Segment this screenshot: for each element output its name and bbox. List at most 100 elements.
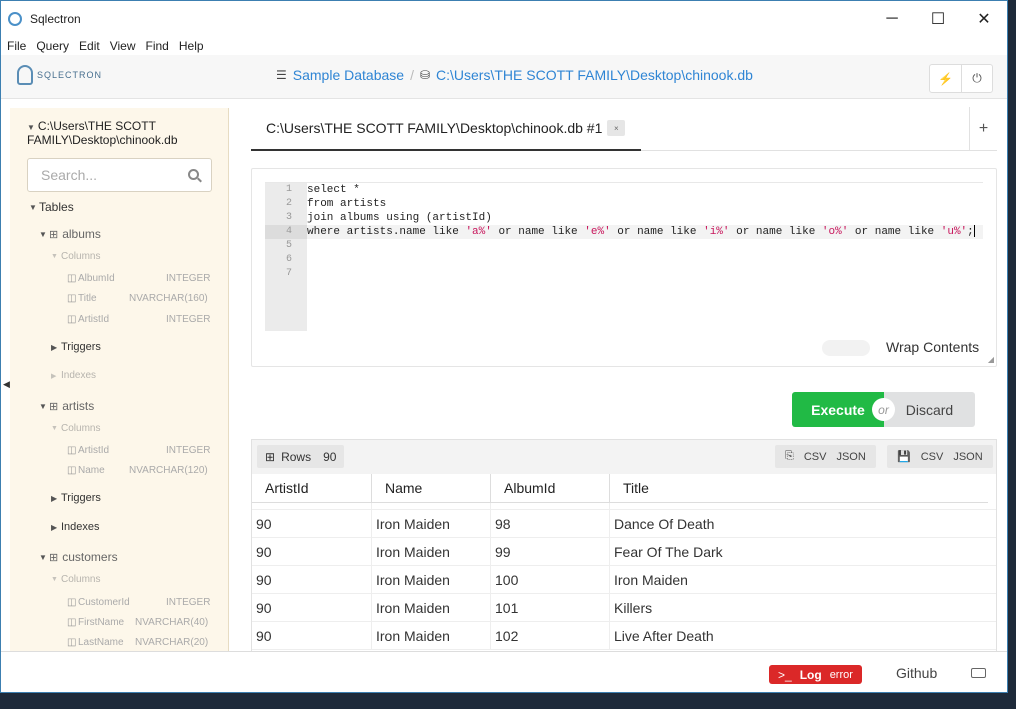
cell[interactable]: 90 [252, 622, 372, 650]
menu-file[interactable]: File [1, 37, 31, 55]
table-row[interactable]: 90 Iron Maiden 101 Killers [252, 594, 996, 622]
search-input[interactable] [41, 167, 181, 183]
column-type: INTEGER [166, 445, 211, 456]
breadcrumb-database[interactable]: C:\Users\THE SCOTT FAMILY\Desktop\chinoo… [436, 67, 753, 83]
table-row[interactable]: 90 Iron Maiden 99 Fear Of The Dark [252, 538, 996, 566]
column-type: INTEGER [166, 314, 211, 325]
database-root[interactable]: ▼ C:\Users\THE SCOTT FAMILY\Desktop\chino… [27, 120, 217, 146]
cell[interactable]: 102 [491, 622, 610, 650]
column-icon: ◫ [67, 293, 77, 304]
column-icon: ◫ [67, 617, 77, 628]
column-header[interactable]: AlbumId [491, 474, 610, 503]
column-item[interactable]: ◫ LastName NVARCHAR(20) [67, 637, 208, 648]
tree-table-artists[interactable]: ▼ ⊞ artists [39, 399, 94, 413]
table-name: customers [62, 550, 118, 564]
table-name: albums [62, 227, 101, 241]
column-item[interactable]: ◫ ArtistId INTEGER [67, 445, 210, 456]
wrap-contents-toggle[interactable] [822, 340, 870, 356]
column-header[interactable]: ArtistId [252, 474, 372, 503]
menu-find[interactable]: Find [141, 37, 174, 55]
tree-triggers[interactable]: ▶ Triggers [51, 341, 101, 353]
breadcrumb-server[interactable]: Sample Database [293, 67, 404, 83]
sidebar-search [27, 158, 212, 192]
copy-csv-button[interactable]: CSV [804, 451, 827, 463]
cell[interactable]: 100 [491, 566, 610, 594]
github-link[interactable]: Github [896, 665, 937, 681]
cell[interactable]: Iron Maiden [372, 594, 491, 622]
minimize-button[interactable]: ─ [869, 1, 915, 37]
execute-button[interactable]: Execute [792, 392, 884, 427]
tree-triggers[interactable]: ▶ Triggers [51, 492, 101, 504]
log-button[interactable]: >_ Log error [769, 665, 862, 684]
cell[interactable]: 98 [491, 510, 610, 538]
results-panel: ⊞ Rows 90 ⎘ CSV JSON 💾 CSV JSON 90 Iron … [251, 439, 997, 652]
code-line: select * [307, 184, 360, 196]
menu-help[interactable]: Help [174, 37, 209, 55]
close-tab-icon[interactable]: × [607, 120, 626, 136]
column-item[interactable]: ◫ ArtistId INTEGER [67, 314, 210, 325]
close-window-button[interactable]: ✕ [961, 1, 1007, 37]
cell[interactable]: Dance Of Death [610, 510, 996, 538]
cell[interactable]: 90 [252, 566, 372, 594]
power-icon[interactable]: ⏻ [961, 65, 992, 92]
column-item[interactable]: ◫ AlbumId INTEGER [67, 273, 210, 284]
disconnect-plug-icon[interactable]: ⚡ [930, 65, 961, 92]
tree-table-albums[interactable]: ▼ ⊞ albums [39, 227, 101, 241]
cell[interactable]: Live After Death [610, 622, 996, 650]
copy-json-button[interactable]: JSON [836, 451, 865, 463]
save-csv-button[interactable]: CSV [921, 451, 944, 463]
menu-edit[interactable]: Edit [74, 37, 105, 55]
column-header[interactable]: Title [610, 474, 988, 503]
cell[interactable]: 99 [491, 538, 610, 566]
cell[interactable]: 90 [252, 594, 372, 622]
line-number: 6 [285, 254, 292, 265]
table-row[interactable]: 90 Iron Maiden 98 Dance Of Death [252, 510, 996, 538]
tree-columns[interactable]: ▼ Columns [51, 251, 100, 262]
tree-table-customers[interactable]: ▼ ⊞ customers [39, 550, 118, 564]
server-icon: ☰ [276, 68, 287, 82]
tree-tables[interactable]: ▼ Tables [29, 200, 74, 214]
line-number: 1 [285, 184, 292, 195]
copy-icon: ⎘ [785, 450, 794, 462]
cell[interactable]: Iron Maiden [372, 622, 491, 650]
column-item[interactable]: ◫ CustomerId INTEGER [67, 597, 210, 608]
cell[interactable]: Iron Maiden [372, 538, 491, 566]
cell[interactable]: Iron Maiden [372, 566, 491, 594]
tree-indexes[interactable]: ▶ Indexes [51, 521, 100, 533]
cell[interactable]: Iron Maiden [610, 566, 996, 594]
table-row[interactable]: 90 Iron Maiden 102 Live After Death [252, 622, 996, 650]
resize-grip-icon[interactable]: ◢ [988, 355, 994, 364]
keyboard-icon[interactable] [971, 668, 986, 678]
code-line: join albums using (artistId) [307, 212, 492, 224]
collapse-sidebar-icon[interactable]: ◀ [3, 379, 10, 390]
column-name: CustomerId [78, 597, 130, 608]
line-number: 7 [285, 268, 292, 279]
tree-indexes[interactable]: ▶ Indexes [51, 370, 96, 381]
cell[interactable]: 90 [252, 538, 372, 566]
discard-button[interactable]: Discard [884, 392, 975, 427]
table-row[interactable]: 90 Iron Maiden 100 Iron Maiden [252, 566, 996, 594]
add-tab-button[interactable]: + [969, 107, 997, 151]
save-json-button[interactable]: JSON [953, 451, 982, 463]
maximize-button[interactable]: ☐ [915, 1, 961, 37]
columns-label: Columns [61, 423, 101, 434]
tab-query-1[interactable]: C:\Users\THE SCOTT FAMILY\Desktop\chinoo… [251, 107, 641, 151]
cell[interactable]: 101 [491, 594, 610, 622]
save-export-group: 💾 CSV JSON [887, 445, 993, 468]
sql-editor[interactable]: 1 2 3 4 5 6 7 select * from artists join… [265, 182, 983, 331]
cell[interactable]: Killers [610, 594, 996, 622]
column-icon: ◫ [67, 445, 77, 456]
logo-icon [17, 65, 33, 85]
cell[interactable]: Iron Maiden [372, 510, 491, 538]
cell[interactable]: 90 [252, 510, 372, 538]
column-item[interactable]: ◫ Name NVARCHAR(120) [67, 465, 208, 476]
tree-columns[interactable]: ▼ Columns [51, 574, 100, 585]
menu-query[interactable]: Query [31, 37, 74, 55]
menu-view[interactable]: View [105, 37, 141, 55]
column-item[interactable]: ◫ FirstName NVARCHAR(40) [67, 617, 208, 628]
column-item[interactable]: ◫ Title NVARCHAR(160) [67, 293, 208, 304]
code-area[interactable]: select * from artists join albums using … [307, 183, 983, 281]
column-header[interactable]: Name [372, 474, 491, 503]
tree-columns[interactable]: ▼ Columns [51, 423, 100, 434]
cell[interactable]: Fear Of The Dark [610, 538, 996, 566]
